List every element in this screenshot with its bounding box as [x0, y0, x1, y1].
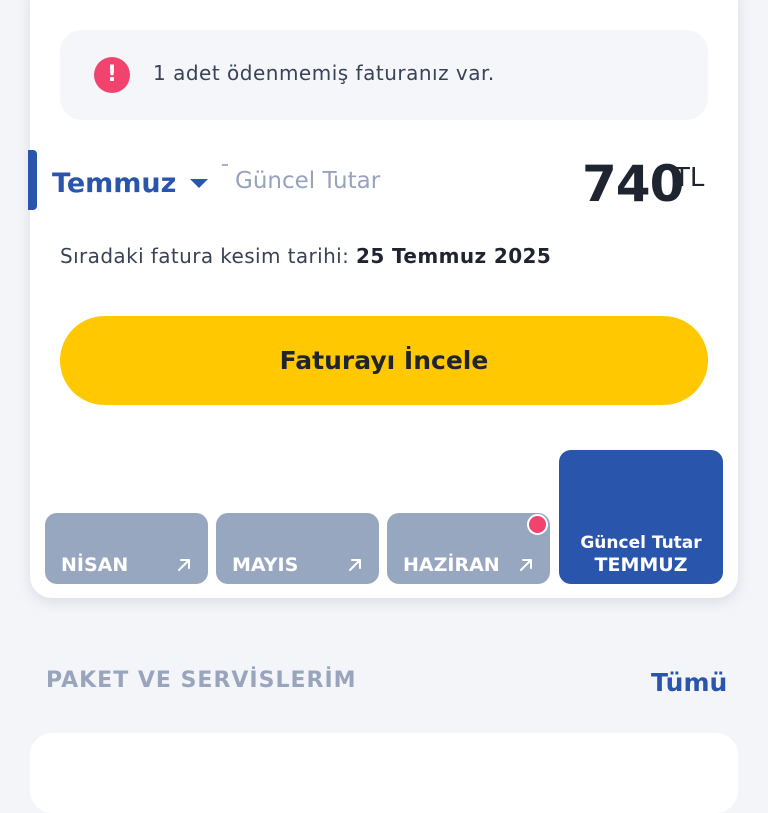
- active-tab-label: TEMMUZ: [594, 554, 688, 576]
- tab-mayis[interactable]: MAYIS: [216, 513, 379, 584]
- tab-temmuz-active[interactable]: Güncel Tutar TEMMUZ: [559, 450, 723, 584]
- divider: [222, 164, 228, 166]
- tab-label: NİSAN: [61, 554, 129, 576]
- arrow-up-right-icon: [520, 559, 532, 571]
- selected-month-indicator: [28, 150, 37, 210]
- bill-currency: TL: [674, 163, 705, 193]
- tab-nisan[interactable]: NİSAN: [45, 513, 208, 584]
- review-bill-button[interactable]: Faturayı İncele: [60, 316, 708, 405]
- current-amount-label: Güncel Tutar: [235, 168, 381, 194]
- tab-haziran[interactable]: HAZİRAN: [387, 513, 550, 584]
- next-bill-date-text: Sıradaki fatura kesim tarihi: 25 Temmuz …: [60, 244, 551, 268]
- packages-card: [30, 733, 738, 813]
- next-bill-label: Sıradaki fatura kesim tarihi:: [60, 244, 350, 268]
- next-bill-date: 25 Temmuz 2025: [356, 244, 552, 268]
- tab-label: HAZİRAN: [403, 554, 500, 576]
- notification-dot: [527, 514, 548, 535]
- caret-down-icon: [190, 178, 209, 188]
- bill-amount: 740: [582, 155, 684, 213]
- arrow-up-right-icon: [349, 559, 361, 571]
- arrow-up-right-icon: [178, 559, 190, 571]
- month-dropdown[interactable]: Temmuz: [52, 163, 209, 203]
- see-all-link[interactable]: Tümü: [651, 668, 727, 697]
- active-tab-sub-label: Güncel Tutar: [580, 533, 702, 553]
- tab-label: MAYIS: [232, 554, 299, 576]
- exclamation-icon: !: [94, 57, 130, 93]
- section-title: PAKET VE SERVİSLERİM: [46, 668, 357, 693]
- alert-message: 1 adet ödenmemiş faturanız var.: [153, 61, 495, 85]
- month-dropdown-label: Temmuz: [52, 167, 177, 199]
